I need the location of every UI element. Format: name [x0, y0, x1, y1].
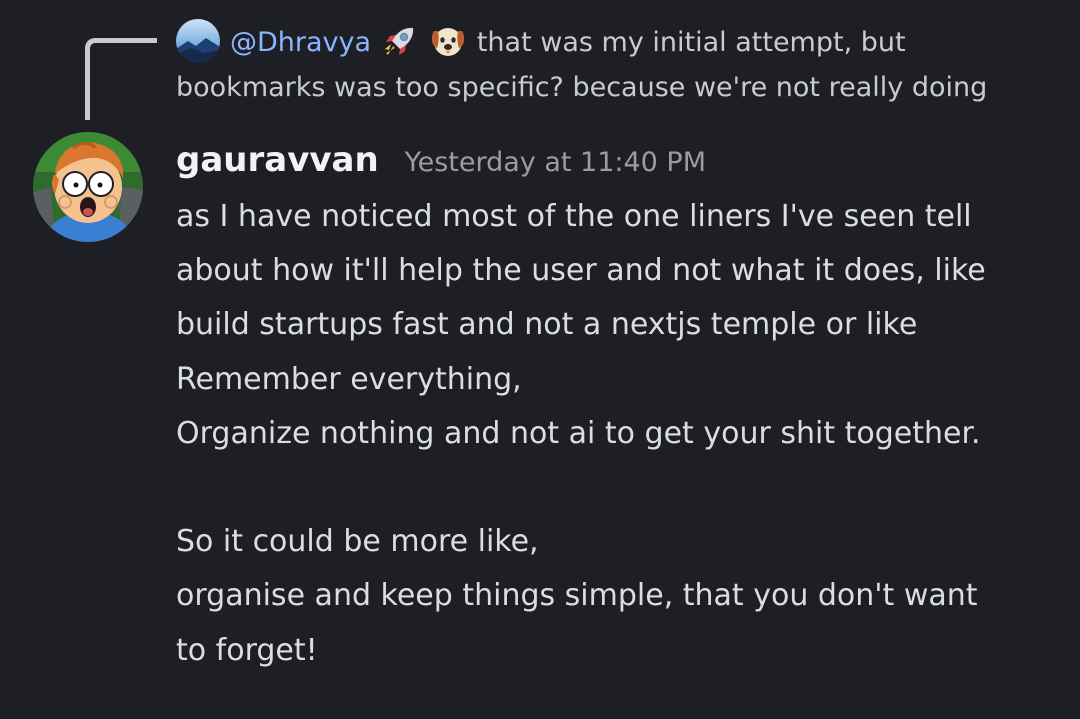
message-timestamp[interactable]: Yesterday at 11:40 PM	[405, 147, 706, 178]
dog-emoji-icon	[428, 21, 468, 61]
reply-connector-line	[85, 38, 157, 120]
message-line: Remember everything,	[176, 361, 522, 397]
username[interactable]: gauravvan	[176, 140, 379, 180]
message-line: build startups fast and not a nextjs tem…	[176, 307, 918, 343]
reply-mention[interactable]: @Dhravya	[230, 27, 371, 58]
message-line: Organize nothing and not ai to get your …	[176, 415, 981, 451]
replied-user-avatar[interactable]	[176, 18, 220, 63]
user-avatar[interactable]	[33, 132, 143, 242]
message-line: about how it'll help the user and not wh…	[176, 253, 986, 289]
message-line: organise and keep things simple, that yo…	[176, 578, 978, 614]
message-line: So it could be more like,	[176, 524, 539, 560]
message-header: gauravvan Yesterday at 11:40 PM	[176, 140, 706, 190]
reply-preview[interactable]: @Dhravya that was my initial attempt, bu…	[176, 18, 1056, 110]
message-content: as I have noticed most of the one liners…	[176, 190, 1066, 678]
message-line: to forget!	[176, 632, 318, 668]
rocket-emoji-icon	[380, 21, 420, 61]
message-line: as I have noticed most of the one liners…	[176, 199, 972, 234]
